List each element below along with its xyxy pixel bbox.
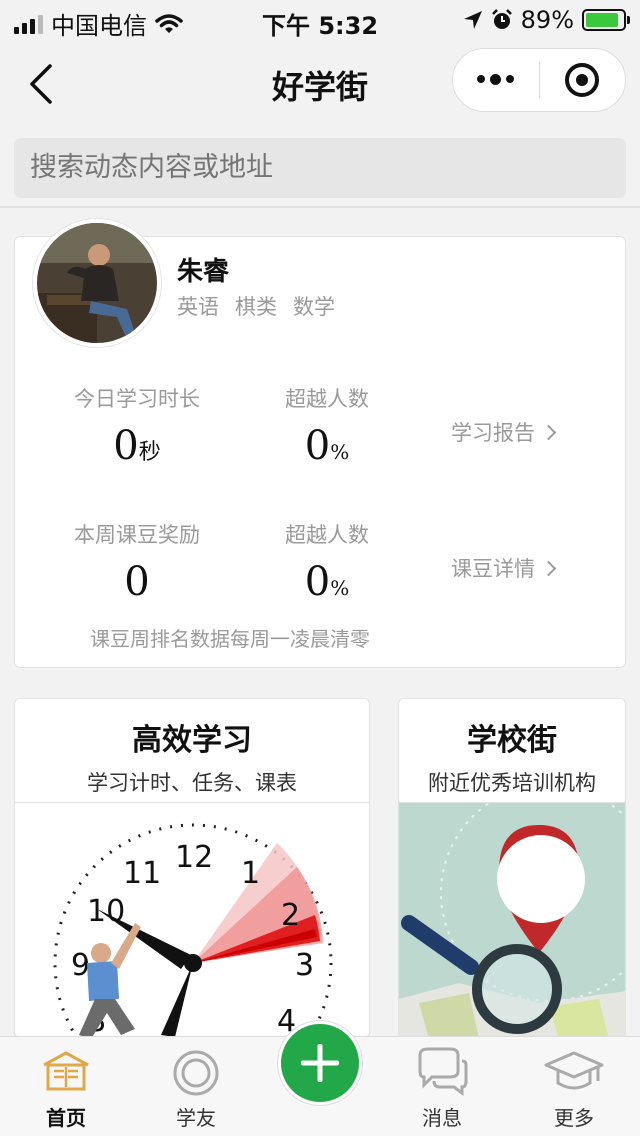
graduation-cap-icon: [544, 1051, 604, 1090]
surpass-count-label: 超越人数: [285, 387, 369, 411]
alarm-clock-icon: [491, 9, 512, 29]
location-arrow-icon: [463, 11, 482, 29]
tab-more-label: 更多: [554, 1106, 594, 1130]
profile-card: 朱睿 英语 棋类 数学 今日学习时长 0秒 超越人数 0% 学习报告 本周课豆奖…: [14, 219, 626, 668]
clock-number: 3: [295, 948, 314, 983]
weekly-surpass-count-label: 超越人数: [285, 523, 369, 547]
user-tag: 棋类: [235, 295, 277, 319]
clock-number: 12: [175, 840, 213, 875]
school-street-subtitle: 附近优秀培训机构: [428, 771, 596, 795]
tab-bar: 首页 学友 消息 更多: [0, 1021, 640, 1136]
bean-detail-link[interactable]: 课豆详情: [451, 553, 557, 583]
school-street-card[interactable]: 学校街 附近优秀培训机构: [398, 698, 626, 1038]
user-name: 朱睿: [177, 257, 230, 287]
status-bar-right: 89%: [463, 6, 630, 34]
today-study-time-value: 0秒: [113, 423, 161, 469]
battery-percent: 89%: [520, 6, 574, 34]
nav-bar: 好学街: [0, 40, 640, 126]
tab-more[interactable]: 更多: [514, 1037, 634, 1136]
close-target-icon[interactable]: [540, 63, 626, 97]
weekly-surpass-count-value: 0%: [304, 559, 350, 605]
today-study-time-label: 今日学习时长: [74, 387, 200, 411]
battery-icon: [582, 9, 630, 31]
clock-number: 1: [241, 856, 260, 891]
chevron-right-icon: [540, 560, 557, 576]
tab-home[interactable]: 首页: [6, 1037, 126, 1136]
tab-friends-label: 学友: [176, 1106, 216, 1130]
efficient-study-card[interactable]: 高效学习 学习计时、任务、课表 11 12 1 10 2 9 3 8 4: [14, 698, 370, 1038]
clock-number: 11: [123, 856, 161, 891]
ranking-reset-note: 课豆周排名数据每周一凌晨清零: [90, 627, 370, 651]
tab-home-label: 首页: [46, 1106, 86, 1130]
surpass-count-value: 0%: [304, 423, 350, 469]
status-bar: 中国电信 下午 5:32 89%: [0, 0, 640, 40]
search-input[interactable]: [14, 138, 626, 198]
avatar[interactable]: [33, 219, 161, 347]
user-tag: 数学: [293, 295, 335, 319]
home-book-icon: [43, 1051, 89, 1091]
study-report-link[interactable]: 学习报告: [451, 417, 557, 447]
user-tag: 英语: [177, 295, 219, 319]
friends-circle-icon: [173, 1050, 219, 1096]
tab-messages-label: 消息: [422, 1106, 462, 1130]
school-street-header: 学校街 附近优秀培训机构: [399, 699, 625, 803]
tab-friends[interactable]: 学友: [136, 1037, 256, 1136]
divider: [0, 206, 640, 208]
more-dots-icon[interactable]: [453, 74, 539, 85]
add-post-button[interactable]: [278, 1021, 362, 1105]
weekly-bean-reward-value: 0: [124, 559, 150, 605]
mini-program-capsule: [452, 48, 626, 112]
efficient-study-header: 高效学习 学习计时、任务、课表: [15, 699, 369, 803]
weekly-bean-reward-label: 本周课豆奖励: [74, 523, 200, 547]
efficient-study-title: 高效学习: [132, 723, 252, 758]
map-magnifier-illustration: [399, 784, 625, 1037]
tab-messages[interactable]: 消息: [382, 1037, 502, 1136]
user-tags: 英语 棋类 数学: [177, 291, 335, 321]
school-street-title: 学校街: [467, 723, 557, 758]
chevron-right-icon: [540, 424, 557, 440]
efficient-study-subtitle: 学习计时、任务、课表: [87, 771, 297, 795]
clock-number: 2: [281, 898, 300, 933]
chat-bubble-icon: [418, 1047, 468, 1096]
clock-illustration: 11 12 1 10 2 9 3 8 4: [15, 803, 369, 1037]
